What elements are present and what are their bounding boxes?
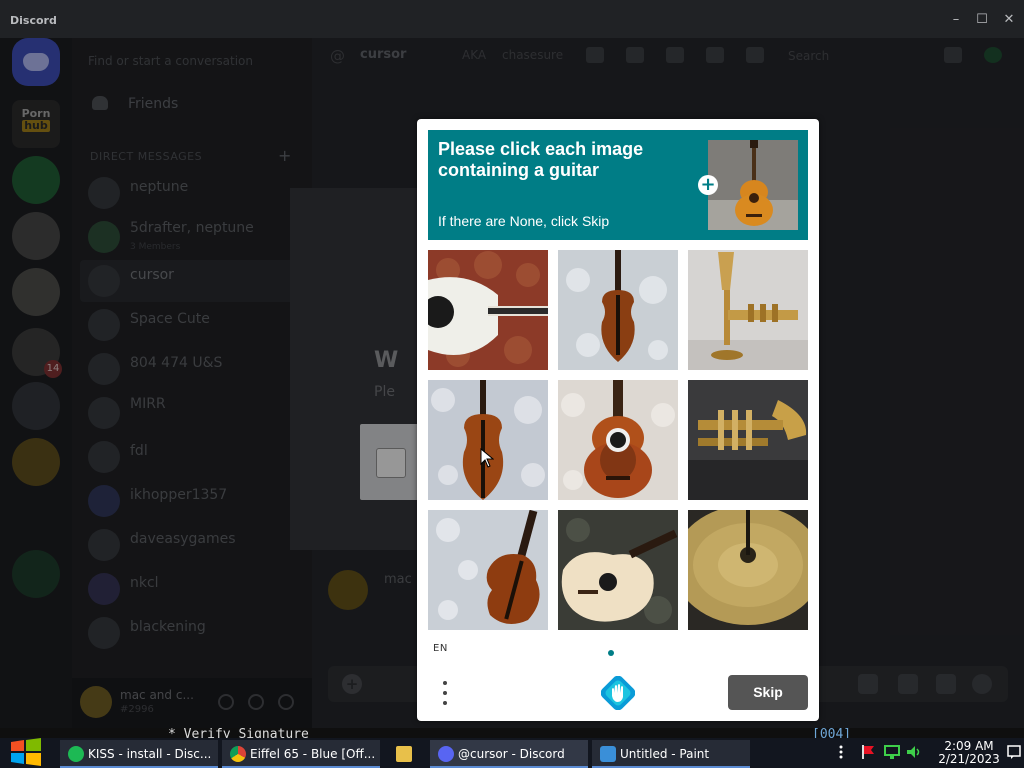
captcha-image-tile[interactable] <box>558 380 678 500</box>
tray-overflow-icon[interactable] <box>836 744 846 760</box>
volume-icon[interactable] <box>906 744 922 760</box>
taskbar-item-active[interactable]: @cursor - Discord <box>430 740 588 768</box>
skip-button[interactable]: Skip <box>728 675 808 710</box>
captcha-image-tile[interactable] <box>688 380 808 500</box>
app-title: Discord <box>10 14 57 27</box>
hcaptcha-logo-icon <box>600 675 636 711</box>
network-icon[interactable] <box>884 744 900 760</box>
captcha-image-tile[interactable] <box>558 250 678 370</box>
window-title-bar: Discord – ☐ ✕ <box>0 0 1024 38</box>
add-example-icon[interactable]: + <box>698 175 718 195</box>
terminal-text: [004] <box>812 728 852 738</box>
taskbar-item-label: Eiffel 65 - Blue [Off... <box>250 747 376 761</box>
notifications-icon[interactable] <box>1006 744 1022 760</box>
taskbar-item[interactable] <box>388 740 422 768</box>
captcha-prompt-title: Please click each image containing a gui… <box>438 139 644 180</box>
spotify-icon <box>68 746 84 762</box>
captcha-image-tile[interactable] <box>428 250 548 370</box>
captcha-image-tile[interactable] <box>688 510 808 630</box>
desktop: Discord – ☐ ✕ Porn hub 14 Find or start … <box>0 0 1024 768</box>
paint-icon <box>600 746 616 762</box>
language-selector[interactable]: EN <box>433 643 448 654</box>
taskbar-item[interactable]: KISS - install - Disc... <box>60 740 218 768</box>
discord-icon <box>438 746 454 762</box>
captcha-image-tile[interactable] <box>558 510 678 630</box>
terminal-strip: * Verify Signature [004] <box>0 728 1024 738</box>
captcha-image-tile[interactable] <box>688 250 808 370</box>
mouse-cursor-icon <box>480 447 495 468</box>
example-guitar-image[interactable] <box>708 140 798 230</box>
captcha-image-tile[interactable] <box>428 380 548 500</box>
taskbar-item-label: KISS - install - Disc... <box>88 747 212 761</box>
taskbar-item-label: @cursor - Discord <box>458 747 565 761</box>
captcha-menu-icon[interactable] <box>439 679 451 707</box>
captcha-image-tile[interactable] <box>428 510 548 630</box>
maximize-icon[interactable]: ☐ <box>974 12 990 28</box>
terminal-text: * Verify Signature <box>168 728 309 738</box>
start-button[interactable] <box>8 736 44 768</box>
minimize-icon[interactable]: – <box>948 12 964 28</box>
captcha-prompt-banner: Please click each image containing a gui… <box>428 130 808 240</box>
clock-date: 2/21/2023 <box>938 752 1000 766</box>
captcha-prompt-subtitle: If there are None, click Skip <box>438 213 610 229</box>
chrome-icon <box>230 746 246 762</box>
taskbar-item[interactable]: Eiffel 65 - Blue [Off... <box>222 740 380 768</box>
taskbar-item[interactable]: Untitled - Paint <box>592 740 750 768</box>
flag-icon[interactable] <box>860 744 876 760</box>
captcha-challenge: Please click each image containing a gui… <box>417 119 819 721</box>
file-explorer-icon <box>396 746 412 762</box>
taskbar-item-label: Untitled - Paint <box>620 747 710 761</box>
page-indicator-dot <box>608 650 614 656</box>
system-clock[interactable]: 2:09 AM 2/21/2023 <box>936 740 1002 766</box>
close-icon[interactable]: ✕ <box>1001 12 1017 28</box>
